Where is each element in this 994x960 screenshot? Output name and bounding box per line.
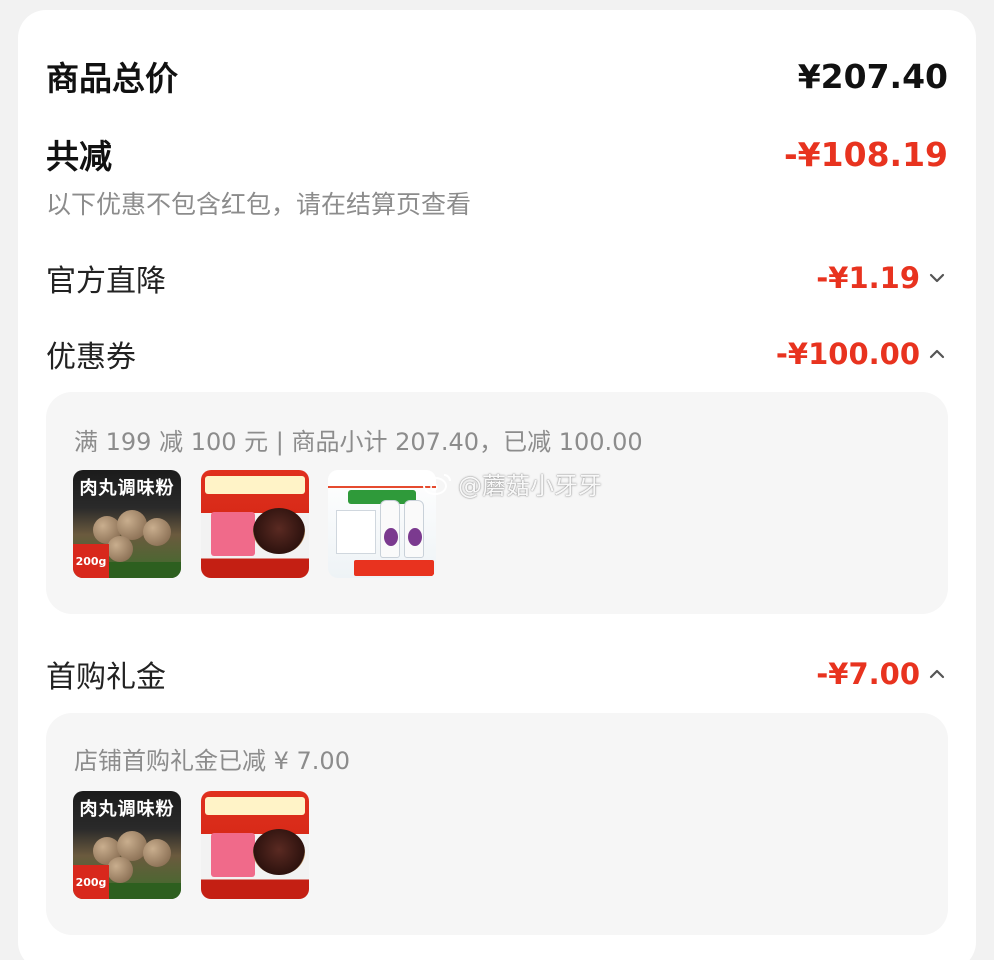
first-purchase-detail-text: 店铺首购礼金已减 ¥ 7.00: [74, 747, 350, 775]
first-purchase-detail-panel: 店铺首购礼金已减 ¥ 7.00 肉丸调味粉 200g: [46, 713, 948, 935]
total-row: 商品总价 ¥207.40: [46, 52, 948, 100]
product-thumb-grape-juice[interactable]: [328, 470, 436, 578]
first-purchase-row[interactable]: 首购礼金 -¥7.00: [46, 652, 948, 696]
official-reduction-row[interactable]: 官方直降 -¥1.19: [46, 256, 948, 300]
discount-note: 以下优惠不包含红包，请在结算页查看: [46, 190, 472, 219]
product-thumb-meatball[interactable]: 肉丸调味粉 200g: [73, 791, 181, 899]
discount-value: -¥108.19: [783, 134, 948, 174]
first-purchase-label: 首购礼金: [46, 660, 166, 695]
product-thumb-meatball[interactable]: 肉丸调味粉 200g: [73, 470, 181, 578]
watermark: @蘑菇小牙牙: [422, 466, 602, 501]
watermark-text: @蘑菇小牙牙: [458, 472, 602, 500]
total-value: ¥207.40: [797, 56, 948, 96]
total-label: 商品总价: [46, 59, 178, 98]
discount-label: 共减: [46, 137, 112, 176]
coupon-value: -¥100.00: [775, 337, 920, 371]
weibo-icon: [423, 473, 451, 495]
coupon-label: 优惠券: [46, 340, 136, 375]
discount-row: 共减 -¥108.19: [46, 130, 948, 178]
coupon-detail-panel: 满 199 减 100 元 | 商品小计 207.40，已减 100.00 肉丸…: [46, 392, 948, 614]
coupon-detail-text: 满 199 减 100 元 | 商品小计 207.40，已减 100.00: [74, 428, 643, 456]
official-reduction-label: 官方直降: [46, 264, 166, 299]
chevron-down-icon[interactable]: [926, 267, 948, 289]
product-thumb-congee[interactable]: [201, 791, 309, 899]
first-purchase-value: -¥7.00: [816, 657, 920, 691]
chevron-up-icon[interactable]: [926, 663, 948, 685]
product-thumb-congee[interactable]: [201, 470, 309, 578]
chevron-up-icon[interactable]: [926, 343, 948, 365]
price-detail-card: 商品总价 ¥207.40 共减 -¥108.19 以下优惠不包含红包，请在结算页…: [18, 10, 976, 960]
official-reduction-value: -¥1.19: [816, 261, 920, 295]
coupon-row[interactable]: 优惠券 -¥100.00: [46, 332, 948, 376]
